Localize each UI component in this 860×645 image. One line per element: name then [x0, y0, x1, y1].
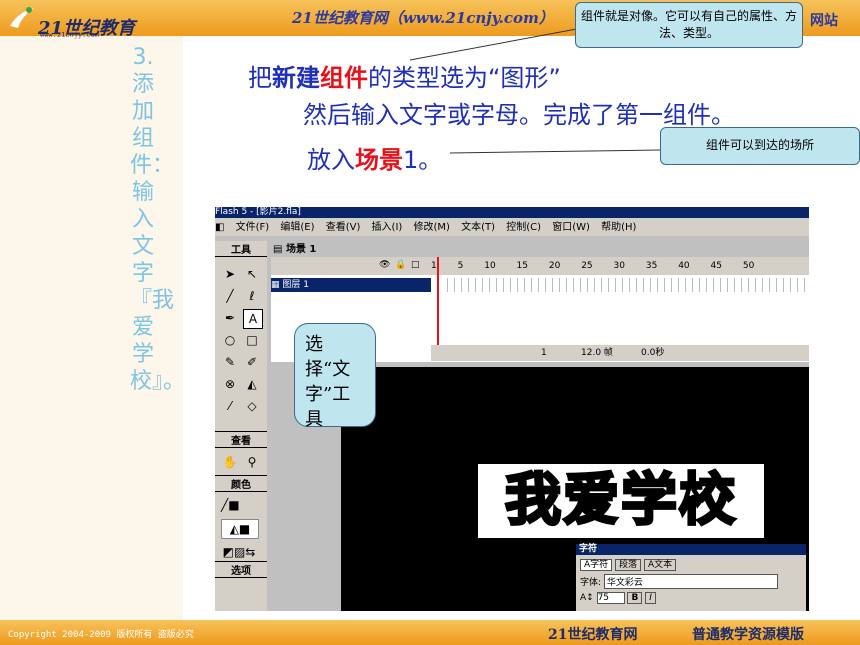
zoom-tool-icon[interactable]: ⚲ [243, 453, 261, 471]
flash-window-title: Flash 5 - [影片2.fla] [215, 207, 809, 218]
fill-color-icon[interactable]: ◭■ [221, 519, 259, 539]
menu-file[interactable]: 文件(F) [236, 222, 270, 233]
toolbox: 工具 ➤ ↖ ╱ ℓ ✒ A ○ □ ✎ ✐ ⊗ ◭ ⁄ ◇ 查看 ✋ ⚲ 颜色… [215, 241, 267, 611]
arrow-tool-icon[interactable]: ➤ [221, 265, 239, 283]
callout-text-tool: 选择“文字”工具 [294, 323, 376, 430]
scene-label[interactable]: ▤ 场景 1 [273, 240, 316, 255]
stage-text: 我爱学校 [504, 467, 737, 535]
footer-site: 21世纪教育网 [548, 627, 638, 643]
oval-tool-icon[interactable]: ○ [221, 331, 239, 349]
flash-menubar: ◧ 文件(F) 编辑(E) 查看(V) 插入(I) 修改(M) 文本(T) 控制… [215, 218, 809, 236]
flash-menu-icon: ◧ [215, 222, 228, 233]
size-row: A↕ 75 B I [576, 591, 806, 605]
pencil-tool-icon[interactable]: ✎ [221, 353, 239, 371]
bucket-tool-icon[interactable]: ◭ [243, 375, 261, 393]
bold-button[interactable]: B [627, 592, 643, 604]
menu-help[interactable]: 帮助(H) [601, 222, 636, 233]
font-label: 字体: [580, 578, 602, 588]
menu-modify[interactable]: 修改(M) [414, 222, 450, 233]
stroke-color-icon[interactable]: ╱■ [221, 496, 240, 514]
character-panel-tabs: A字符 段落 A文本 [576, 555, 806, 572]
character-panel: 字符 A字符 段落 A文本 字体: 华文彩云 A↕ 75 B I [575, 543, 807, 611]
elapsed-time: 0.0秒 [641, 348, 665, 358]
footer-tagline: 普通教学资源模版 [692, 627, 804, 643]
menu-edit[interactable]: 编辑(E) [280, 222, 314, 233]
menu-insert[interactable]: 插入(I) [372, 222, 403, 233]
subselect-tool-icon[interactable]: ↖ [243, 265, 261, 283]
frame-rate: 12.0 帧 [581, 348, 613, 358]
lasso-tool-icon[interactable]: ℓ [243, 287, 261, 305]
stage-text-box[interactable]: 我爱学校 [477, 463, 765, 539]
menu-window[interactable]: 窗口(W) [552, 222, 590, 233]
tab-text[interactable]: A文本 [643, 559, 677, 571]
font-size-field[interactable]: 75 [596, 592, 625, 604]
dropper-tool-icon[interactable]: ⁄ [221, 397, 239, 415]
outline-icon[interactable]: □ [411, 260, 420, 270]
character-panel-title: 字符 [576, 544, 806, 555]
font-row: 字体: 华文彩云 [576, 572, 806, 591]
lock-icon[interactable]: 🔒 [395, 260, 406, 270]
eraser-tool-icon[interactable]: ◇ [243, 397, 261, 415]
tab-character[interactable]: A字符 [580, 559, 613, 571]
frame-grid[interactable] [441, 278, 809, 292]
timeline-status: 1 12.0 帧 0.0秒 [431, 345, 809, 361]
layer-icon: ▦ [271, 280, 283, 290]
scene-icon: ▤ [273, 244, 286, 255]
brush-tool-icon[interactable]: ✐ [243, 353, 261, 371]
menu-view[interactable]: 查看(V) [326, 222, 361, 233]
playhead[interactable] [437, 257, 439, 347]
menu-text[interactable]: 文本(T) [461, 222, 495, 233]
toolbox-tools-heading: 工具 [215, 241, 267, 257]
toolbox-view-heading: 查看 [215, 431, 267, 448]
text-tool-icon[interactable]: A [243, 309, 263, 329]
eye-icon[interactable]: 👁 [379, 260, 390, 270]
callout-component-definition: 组件就是对像。它可以有自己的属性、方法、类型。 [575, 2, 803, 48]
frame-ruler: 1 5 10 15 20 25 30 35 40 45 50 [431, 261, 755, 271]
font-select[interactable]: 华文彩云 [603, 574, 778, 589]
pen-tool-icon[interactable]: ✒ [221, 309, 239, 327]
italic-button[interactable]: I [645, 592, 656, 604]
ink-tool-icon[interactable]: ⊗ [221, 375, 239, 393]
callout-scene-note: 组件可以到达的场所 [660, 127, 860, 165]
layer-row[interactable]: ▦ 图层 1 [271, 278, 431, 292]
toolbox-color-heading: 颜色 [215, 475, 267, 492]
line-tool-icon[interactable]: ╱ [221, 287, 239, 305]
current-frame: 1 [541, 348, 547, 358]
toolbox-options-heading: 选项 [215, 561, 267, 578]
swap-color-icon[interactable]: ◩▨⇆ [221, 543, 257, 561]
tab-paragraph[interactable]: 段落 [615, 559, 642, 571]
rect-tool-icon[interactable]: □ [243, 331, 261, 349]
font-size-icon: A↕ [580, 593, 597, 603]
footer-copyright: Copyright 2004-2009 版权所有 盗版必究 [8, 630, 194, 640]
hand-tool-icon[interactable]: ✋ [221, 453, 239, 471]
menu-control[interactable]: 控制(C) [506, 222, 541, 233]
timeline-header: 👁 🔒 □ 1 5 10 15 20 25 30 35 40 45 50 [271, 257, 809, 275]
